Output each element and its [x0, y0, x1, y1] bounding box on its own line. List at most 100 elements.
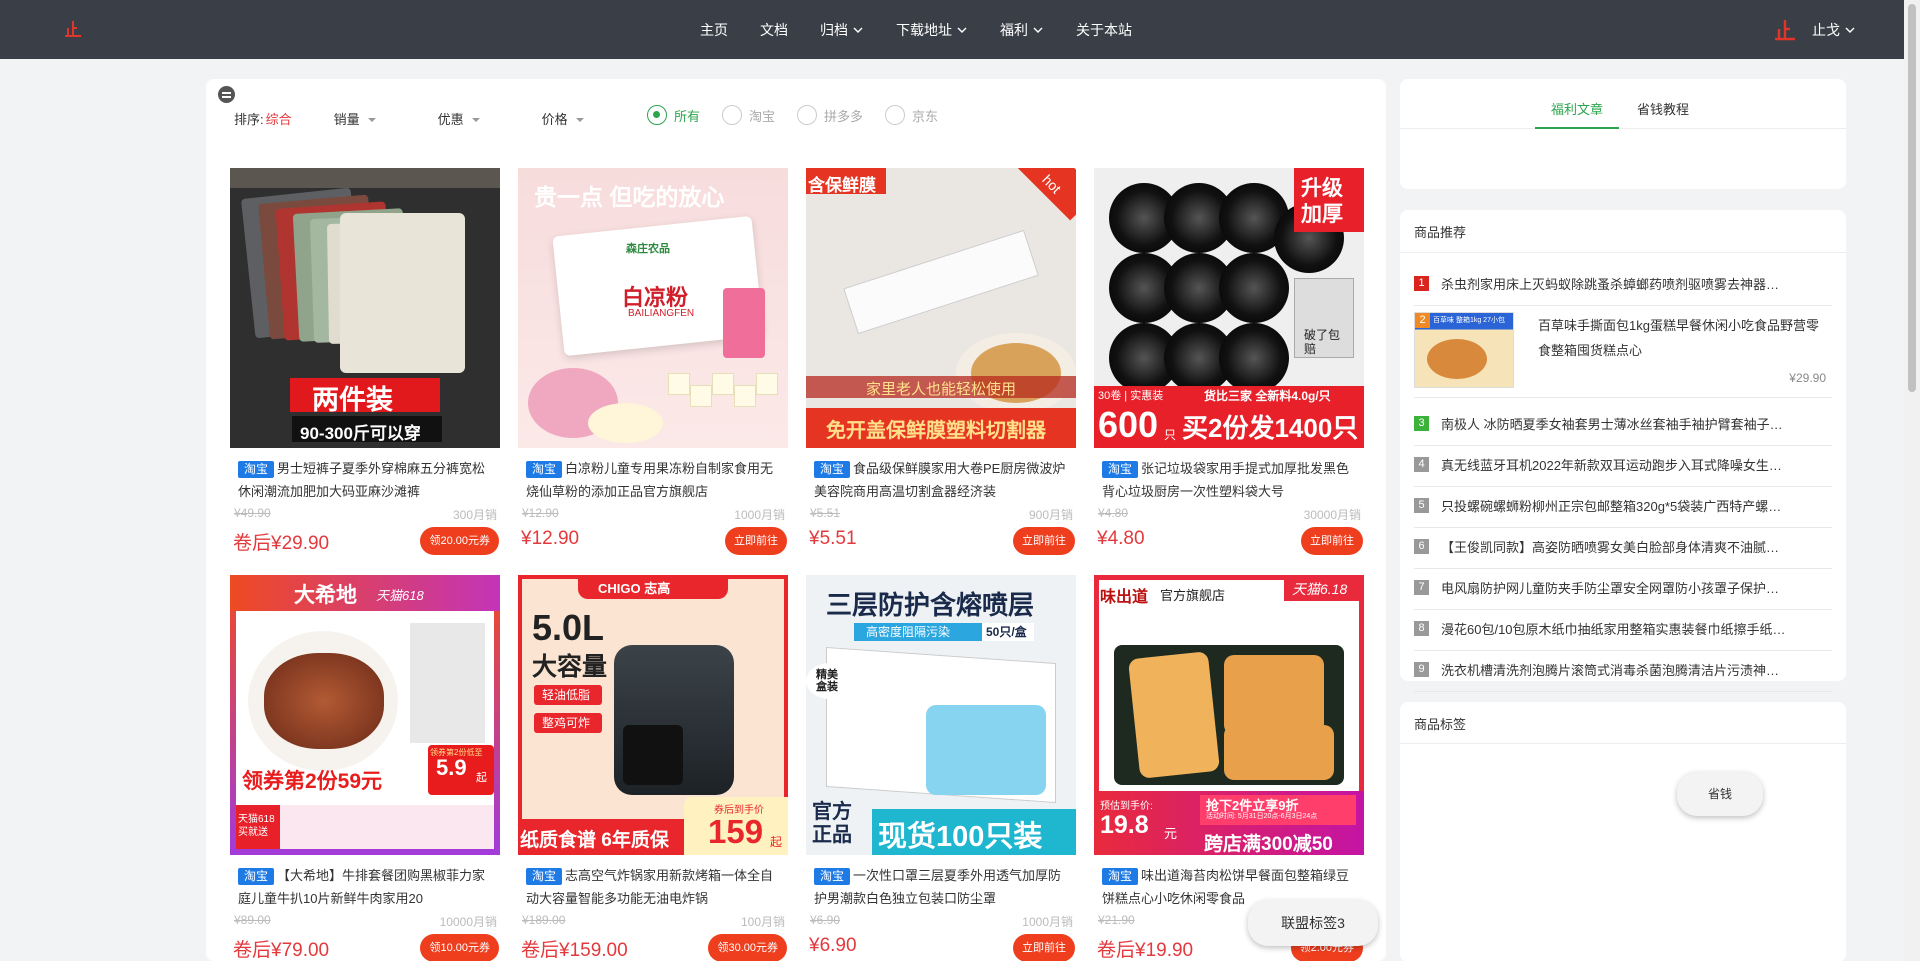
nav-item[interactable]: 福利 [1000, 20, 1044, 40]
article-tabs-card: 福利文章 省钱教程 [1400, 79, 1846, 189]
original-price: ¥49.90 [234, 506, 271, 520]
sort-option-default[interactable]: 综合 [266, 109, 292, 128]
product-image[interactable]: 升级 加厚 破了包赔 30卷 | 实惠装 货比三家 全新料4.0g/只 600 … [1094, 168, 1364, 448]
recommendation-item[interactable]: 9 洗衣机槽清洗剂泡腾片滚筒式消毒杀菌泡腾清洁片污渍神… [1414, 651, 1832, 692]
recommendation-title[interactable]: 真无线蓝牙耳机2022年新款双耳运动跑步入耳式降噪女生… [1441, 455, 1816, 474]
product-title[interactable]: 淘宝 男士短裤子夏季外穿棉麻五分裤宽松休闲潮流加肥加大码亚麻沙滩裤 [238, 457, 498, 503]
tab-money-saving-tutorial[interactable]: 省钱教程 [1637, 99, 1689, 129]
recommendation-thumb[interactable]: 2 百草味 整箱1kg 27小包 [1414, 312, 1514, 388]
image-text: 天猫6.18 [1292, 581, 1348, 597]
platform-radio[interactable]: 拼多多 [797, 105, 863, 125]
nav-item[interactable]: 关于本站 [1076, 20, 1132, 40]
site-logo-icon[interactable] [62, 18, 84, 40]
image-text: 天猫618 买就送 [238, 814, 275, 838]
product-card[interactable]: 三层防护含熔喷层 高密度阻隔污染 50只/盒 精美盒装 官方正品 现货100只装… [805, 575, 1077, 961]
recommendation-title[interactable]: 电风扇防护网儿童防夹手防尘罩安全网罩防小孩罩子保护… [1441, 578, 1816, 597]
recommendation-title[interactable]: 洗衣机槽清洗剂泡腾片滚筒式消毒杀菌泡腾清洁片污渍神… [1441, 660, 1816, 679]
sort-option-sales[interactable]: 销量 [334, 109, 376, 128]
product-title[interactable]: 淘宝 志高空气炸锅家用新款烤箱一体全自动大容量智能多功能无油电炸锅 [526, 864, 786, 910]
original-price: ¥6.90 [810, 913, 841, 927]
menu-toggle-icon[interactable] [218, 86, 235, 103]
nav-item[interactable]: 归档 [820, 20, 864, 40]
product-image[interactable]: 大希地 天猫618 领券第2份59元 领券第2份低至 5.9 起 天猫618 买… [230, 575, 500, 855]
recommendation-item[interactable]: 2 百草味 整箱1kg 27小包 百草味手撕面包1kg蛋糕早餐休闲小吃食品野营零… [1414, 299, 1832, 398]
product-card[interactable]: 两件装 90-300斤可以穿 淘宝 男士短裤子夏季外穿棉麻五分裤宽松休闲潮流加肥加… [229, 168, 501, 578]
recommendation-title[interactable]: 【王俊凯同款】高姿防晒喷雾女美白脸部身体清爽不油腻… [1441, 537, 1816, 556]
platform-tag: 淘宝 [814, 461, 851, 478]
divider [1400, 743, 1846, 744]
original-price: ¥4.80 [1098, 506, 1129, 520]
recommendation-title: 百草味手撕面包1kg蛋糕早餐休闲小吃食品野营零食整箱囤货糕点心 [1538, 318, 1819, 358]
image-text: 活动时间: 5月31日20点-6月3日24点 [1206, 813, 1318, 820]
user-menu[interactable]: 止戈 [1772, 0, 1856, 59]
product-title[interactable]: 淘宝 食品级保鲜膜家用大卷PE厨房微波炉美容院商用高温切割盒器经济装 [814, 457, 1074, 503]
coupon-button[interactable]: 立即前往 [1013, 527, 1075, 555]
image-text: 600 [1098, 404, 1159, 445]
product-image[interactable]: 味出道 官方旗舰店 天猫6.18 预估到手价: 19.8 元 抢下2件立享9折 … [1094, 575, 1364, 855]
product-title[interactable]: 淘宝 白凉粉儿童专用果冻粉自制家食用无烧仙草粉的添加正品官方旗舰店 [526, 457, 786, 503]
image-text: 三层防护含熔喷层 [826, 590, 1035, 620]
recommendation-item[interactable]: 3 南极人 冰防晒夏季女袖套男士薄冰丝套袖手袖护臂套袖子… [1414, 405, 1832, 446]
recommendation-item[interactable]: 7 电风扇防护网儿童防夹手防尘罩安全网罩防小孩罩子保护… [1414, 569, 1832, 610]
product-card[interactable]: 大希地 天猫618 领券第2份59元 领券第2份低至 5.9 起 天猫618 买… [229, 575, 501, 961]
nav-item[interactable]: 文档 [760, 20, 788, 40]
tag-chip[interactable]: 联盟标签3 [1248, 900, 1378, 946]
image-text: 官方旗舰店 [1160, 588, 1226, 603]
nav-item[interactable]: 主页 [700, 20, 728, 40]
rank-number: 8 [1414, 621, 1429, 636]
recommendation-title[interactable]: 杀虫剂家用床上灭蚂蚁除跳蚤杀蟑螂药喷剂驱喷雾去神器… [1441, 274, 1816, 293]
product-title[interactable]: 淘宝 一次性口罩三层夏季外用透气加厚防护男潮款白色独立包装口防尘罩 [814, 864, 1074, 910]
radio-circle-icon [722, 105, 743, 125]
coupon-button[interactable]: 领10.00元券 [420, 934, 499, 961]
product-card[interactable]: 贵一点 但吃的放心 森庄农品 白凉粉 BAILIANGFEN 淘宝 白凉粉儿童专用… [517, 168, 789, 578]
platform-radio[interactable]: 所有 [647, 105, 700, 125]
product-title[interactable]: 淘宝 张记垃圾袋家用手提式加厚批发黑色背心垃圾厨房一次性塑料袋大号 [1102, 457, 1362, 503]
coupon-button[interactable]: 立即前往 [1301, 527, 1363, 555]
rank-number: 3 [1414, 416, 1429, 431]
recommendation-price: ¥29.90 [1789, 371, 1826, 385]
recommendation-title[interactable]: 只投螺碗螺蛳粉柳州正宗包邮整箱320g*5袋装广西特产螺… [1441, 496, 1816, 515]
product-card[interactable]: 含保鲜膜 hot 家里老人也能轻松使用 免开盖保鲜膜塑料切割器 淘宝 食品级保鲜膜… [805, 168, 1077, 578]
product-card[interactable]: 升级 加厚 破了包赔 30卷 | 实惠装 货比三家 全新料4.0g/只 600 … [1093, 168, 1365, 578]
scrollbar-thumb[interactable] [1908, 4, 1916, 392]
sort-option-price[interactable]: 价格 [542, 109, 584, 128]
image-text: 90-300斤可以穿 [300, 424, 421, 443]
tab-welfare-articles[interactable]: 福利文章 [1535, 99, 1620, 129]
final-price: 卷后¥29.90 [233, 533, 330, 554]
image-text: 两件装 [312, 385, 393, 415]
image-text: 现货100只装 [878, 821, 1043, 853]
coupon-button[interactable]: 立即前往 [1013, 934, 1075, 961]
product-image[interactable]: 含保鲜膜 hot 家里老人也能轻松使用 免开盖保鲜膜塑料切割器 [806, 168, 1076, 448]
coupon-button[interactable]: 立即前往 [725, 527, 787, 555]
platform-filter: 所有 淘宝 拼多多 京东 [647, 105, 960, 125]
recommendation-title[interactable]: 漫花60包/10包原木纸巾抽纸家用整箱实惠装餐巾纸擦手纸… [1441, 619, 1816, 638]
recommendation-item[interactable]: 5 只投螺碗螺蛳粉柳州正宗包邮整箱320g*5袋装广西特产螺… [1414, 487, 1832, 528]
recommendation-title[interactable]: 南极人 冰防晒夏季女袖套男士薄冰丝套袖手袖护臂套袖子… [1441, 414, 1816, 433]
product-image[interactable]: 两件装 90-300斤可以穿 [230, 168, 500, 448]
coupon-button[interactable]: 领20.00元券 [420, 527, 499, 555]
platform-radio[interactable]: 淘宝 [722, 105, 775, 125]
page-scrollbar[interactable] [1904, 0, 1920, 961]
product-title[interactable]: 淘宝 【大希地】牛排套餐团购黑椒菲力家庭儿童牛扒10片新鲜牛肉家用20 [238, 864, 498, 910]
rank-number: 6 [1414, 539, 1429, 554]
image-text: 预估到手价: [1100, 801, 1153, 812]
image-text: CHIGO 志高 [598, 581, 671, 596]
product-image[interactable]: 贵一点 但吃的放心 森庄农品 白凉粉 BAILIANGFEN [518, 168, 788, 448]
platform-radio[interactable]: 京东 [885, 105, 938, 125]
original-price: ¥12.90 [522, 506, 559, 520]
nav-item[interactable]: 下载地址 [896, 20, 968, 40]
recommendation-item[interactable]: 6 【王俊凯同款】高姿防晒喷雾女美白脸部身体清爽不油腻… [1414, 528, 1832, 569]
product-image[interactable]: CHIGO 志高 5.0L 大容量 轻油低脂 整鸡可炸 纸质食谱 6年质保 券后… [518, 575, 788, 855]
recommendation-item[interactable]: 8 漫花60包/10包原木纸巾抽纸家用整箱实惠装餐巾纸擦手纸… [1414, 610, 1832, 651]
product-image[interactable]: 三层防护含熔喷层 高密度阻隔污染 50只/盒 精美盒装 官方正品 现货100只装 [806, 575, 1076, 855]
top-header: 主页 文档 归档 下载地址 福利 关于本站 止戈 [0, 0, 1904, 59]
tag-chip[interactable]: 省钱 [1677, 772, 1763, 816]
user-name: 止戈 [1812, 21, 1840, 38]
recommendation-item[interactable]: 4 真无线蓝牙耳机2022年新款双耳运动跑步入耳式降噪女生… [1414, 446, 1832, 487]
coupon-button[interactable]: 领30.00元券 [708, 934, 787, 961]
sort-option-discount[interactable]: 优惠 [438, 109, 480, 128]
image-text: 起 [476, 772, 487, 784]
image-text: 破了包赔 [1304, 328, 1341, 356]
product-card[interactable]: CHIGO 志高 5.0L 大容量 轻油低脂 整鸡可炸 纸质食谱 6年质保 券后… [517, 575, 789, 961]
chevron-down-icon [1033, 27, 1043, 33]
